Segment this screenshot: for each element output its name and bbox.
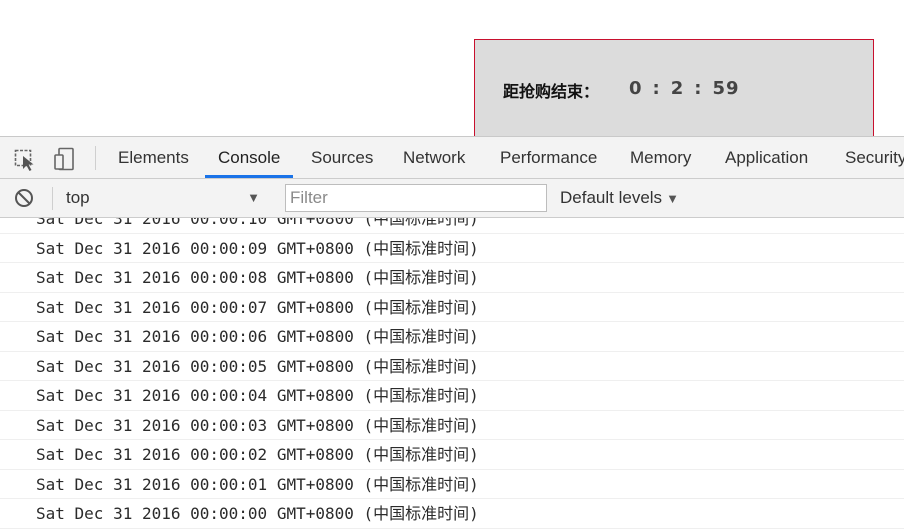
tab-memory[interactable]: Memory [630, 137, 691, 178]
countdown-hours: 0 [629, 78, 643, 99]
dropdown-arrow-icon: ▼ [247, 190, 260, 205]
filter-input[interactable] [285, 184, 547, 212]
tab-performance[interactable]: Performance [500, 137, 597, 178]
tab-elements[interactable]: Elements [118, 137, 189, 178]
dropdown-arrow-icon: ▼ [666, 191, 679, 206]
tab-console[interactable]: Console [205, 137, 294, 178]
inspect-element-icon[interactable] [13, 146, 39, 172]
log-levels-selector[interactable]: Default levels ▼ [560, 183, 679, 213]
console-output[interactable]: Sat Dec 31 2016 00:00:10 GMT+0800 (中国标准时… [0, 218, 904, 532]
console-message: Sat Dec 31 2016 00:00:06 GMT+0800 (中国标准时… [0, 322, 904, 352]
console-message: Sat Dec 31 2016 00:00:10 GMT+0800 (中国标准时… [0, 218, 904, 234]
countdown-minutes: 2 [670, 78, 685, 99]
toolbar-divider [52, 187, 53, 210]
devtools-panel: Elements Console Sources Network Perform… [0, 136, 904, 532]
countdown-separator: : [694, 78, 703, 99]
console-lines: Sat Dec 31 2016 00:00:10 GMT+0800 (中国标准时… [0, 218, 904, 529]
console-message: Sat Dec 31 2016 00:00:01 GMT+0800 (中国标准时… [0, 470, 904, 499]
tab-network[interactable]: Network [403, 137, 465, 178]
log-levels-label: Default levels [560, 188, 663, 207]
countdown-label: 距抢购结束： [503, 82, 600, 101]
countdown-panel: 距抢购结束： 0:2:59 [474, 39, 874, 149]
console-message: Sat Dec 31 2016 00:00:04 GMT+0800 (中国标准时… [0, 381, 904, 411]
clear-console-icon[interactable] [13, 187, 35, 209]
countdown-timer: 0:2:59 [629, 78, 740, 99]
tab-divider [95, 146, 96, 170]
tab-sources[interactable]: Sources [311, 137, 373, 178]
browser-window: 距抢购结束： 0:2:59 Elements Console Sources N… [0, 0, 904, 532]
console-message: Sat Dec 31 2016 00:00:09 GMT+0800 (中国标准时… [0, 234, 904, 263]
devtools-tab-bar: Elements Console Sources Network Perform… [0, 137, 904, 179]
web-page: 距抢购结束： 0:2:59 [0, 0, 904, 149]
console-toolbar: top ▼ Default levels▼ [0, 179, 904, 218]
console-message: Sat Dec 31 2016 00:00:03 GMT+0800 (中国标准时… [0, 411, 904, 440]
console-message: Sat Dec 31 2016 00:00:02 GMT+0800 (中国标准时… [0, 440, 904, 470]
countdown-separator: : [652, 78, 661, 99]
console-message: Sat Dec 31 2016 00:00:05 GMT+0800 (中国标准时… [0, 352, 904, 381]
console-message: Sat Dec 31 2016 00:00:08 GMT+0800 (中国标准时… [0, 263, 904, 293]
context-selector-value: top [66, 188, 90, 207]
console-message: Sat Dec 31 2016 00:00:07 GMT+0800 (中国标准时… [0, 293, 904, 322]
console-message: Sat Dec 31 2016 00:00:00 GMT+0800 (中国标准时… [0, 499, 904, 529]
context-selector[interactable]: top ▼ [60, 183, 266, 213]
countdown-seconds: 59 [712, 78, 740, 99]
device-toolbar-icon[interactable] [52, 146, 78, 172]
tab-application[interactable]: Application [725, 137, 808, 178]
tab-security[interactable]: Security [845, 137, 904, 178]
